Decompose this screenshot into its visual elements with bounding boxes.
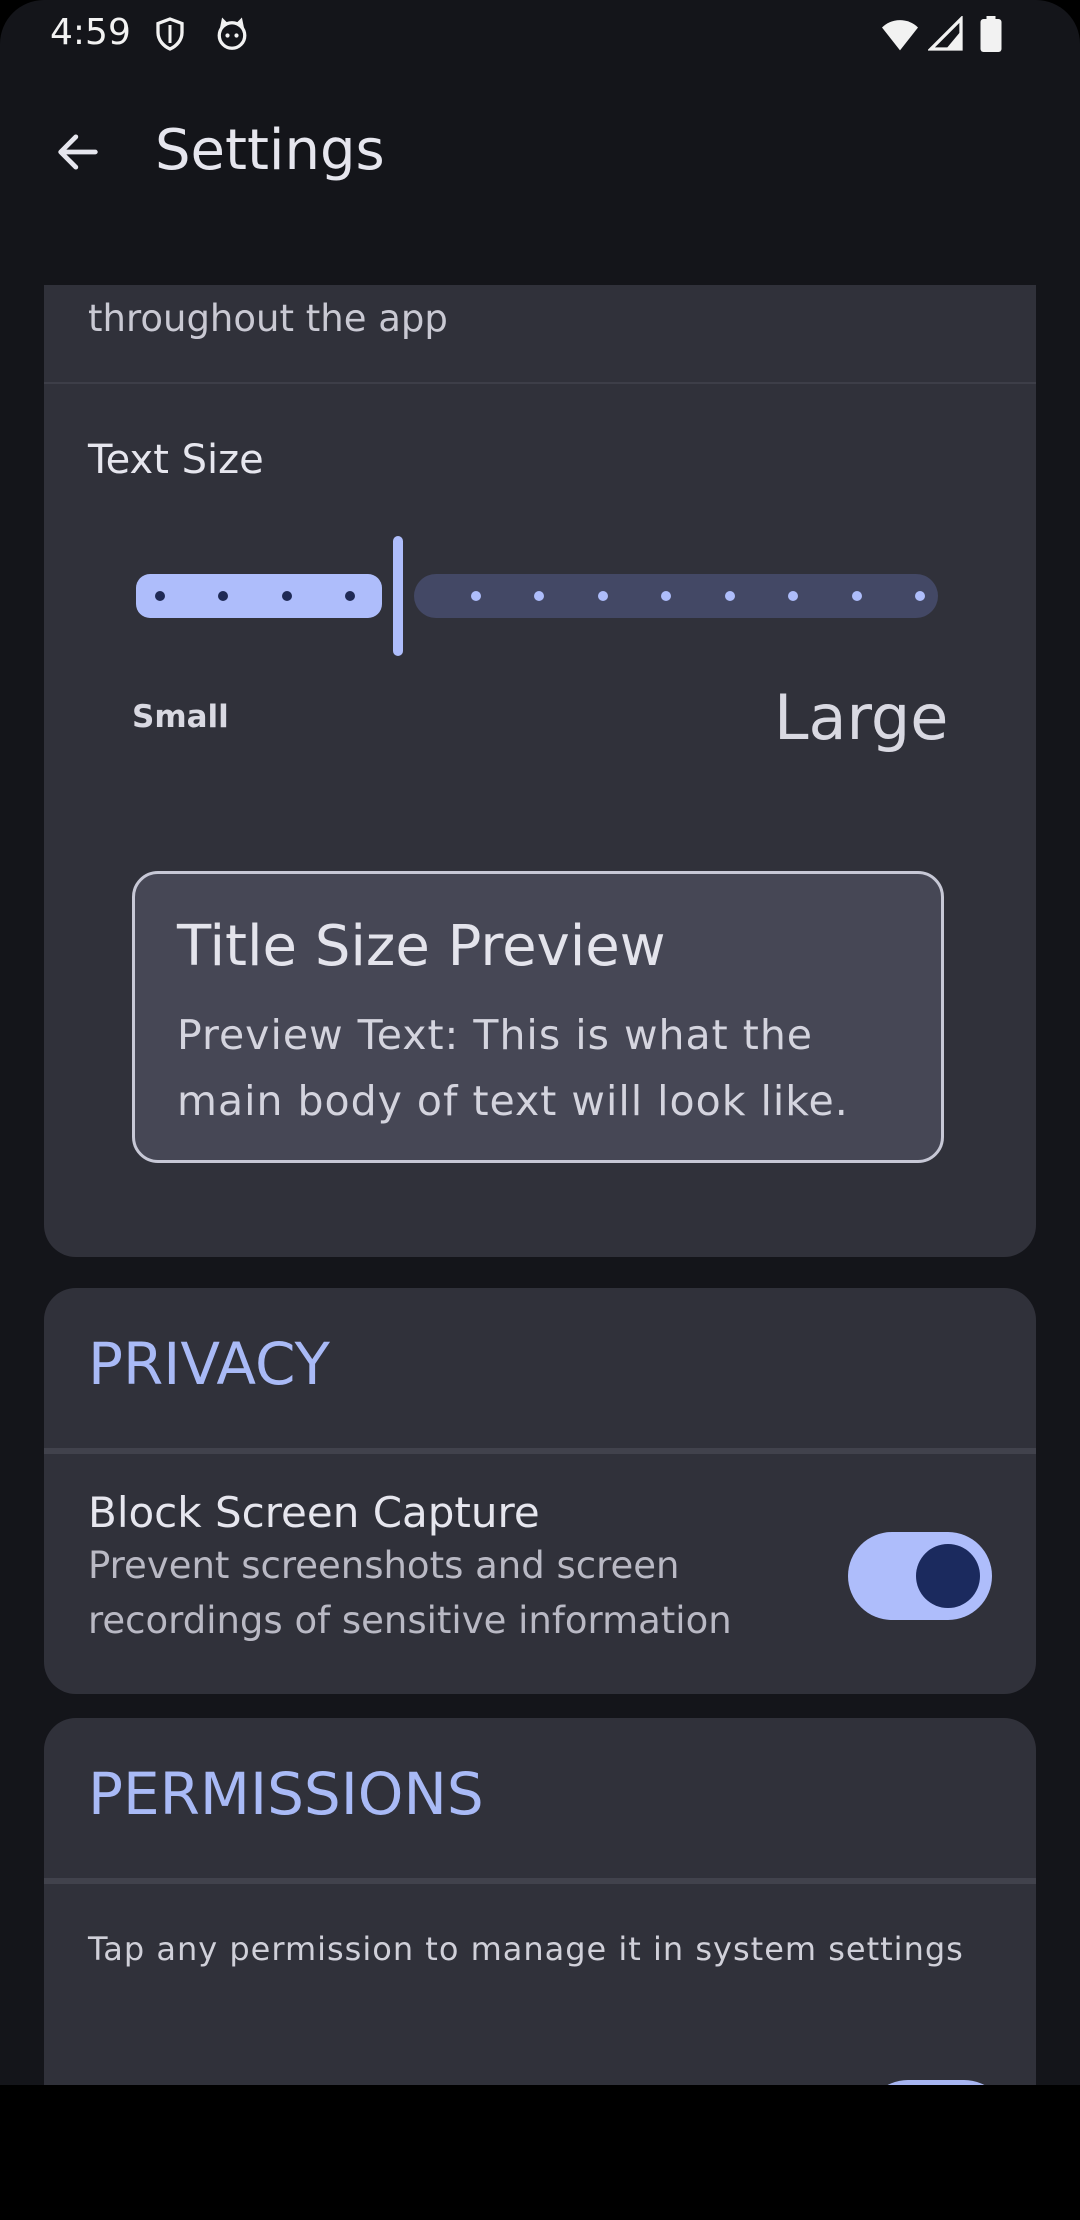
preview-title: Title Size Preview xyxy=(177,914,666,979)
app-bar: Settings xyxy=(0,90,1080,220)
permissions-header: PERMISSIONS xyxy=(88,1760,484,1828)
display-settings-card: throughout the app Text Size Small Large… xyxy=(44,285,1036,1257)
preview-body: Preview Text: This is what the main body… xyxy=(177,1011,849,1125)
divider xyxy=(44,382,1036,384)
text-size-label: Text Size xyxy=(88,437,264,483)
permissions-hint: Tap any permission to manage it in syste… xyxy=(88,1930,964,1968)
block-screen-capture-setting[interactable]: Block Screen Capture Prevent screenshots… xyxy=(44,1454,1036,1694)
settings-screen: 4:59 Settings throughout the app Text Si… xyxy=(0,0,1080,2085)
setting-description: throughout the app xyxy=(88,297,448,340)
divider xyxy=(44,1878,1036,1884)
page-title: Settings xyxy=(155,118,385,183)
slider-thumb xyxy=(393,536,403,656)
arrow-back-icon xyxy=(58,134,98,170)
battery-icon xyxy=(978,16,1004,57)
permissions-card: PERMISSIONS Tap any permission to manage… xyxy=(44,1718,1036,2085)
privacy-card: PRIVACY Block Screen Capture Prevent scr… xyxy=(44,1288,1036,1694)
slider-min-label: Small xyxy=(132,699,229,735)
text-size-preview: Title Size Preview Preview Text: This is… xyxy=(132,871,944,1163)
status-bar: 4:59 xyxy=(0,0,1080,66)
signal-icon xyxy=(927,15,964,57)
privacy-header: PRIVACY xyxy=(88,1330,330,1398)
status-time: 4:59 xyxy=(50,12,131,53)
setting-title: Block Screen Capture xyxy=(88,1488,540,1537)
slider-max-label: Large xyxy=(774,681,949,754)
toggle-thumb xyxy=(916,1544,980,1608)
navigation-bar xyxy=(0,2085,1080,2220)
block-screen-capture-toggle[interactable] xyxy=(848,1532,992,1620)
cat-icon xyxy=(214,16,250,57)
text-size-slider[interactable] xyxy=(132,533,942,663)
wifi-icon xyxy=(880,16,920,57)
shield-icon xyxy=(152,16,188,57)
back-button[interactable] xyxy=(40,114,116,190)
setting-description: Prevent screenshots and screen recording… xyxy=(88,1544,732,1642)
